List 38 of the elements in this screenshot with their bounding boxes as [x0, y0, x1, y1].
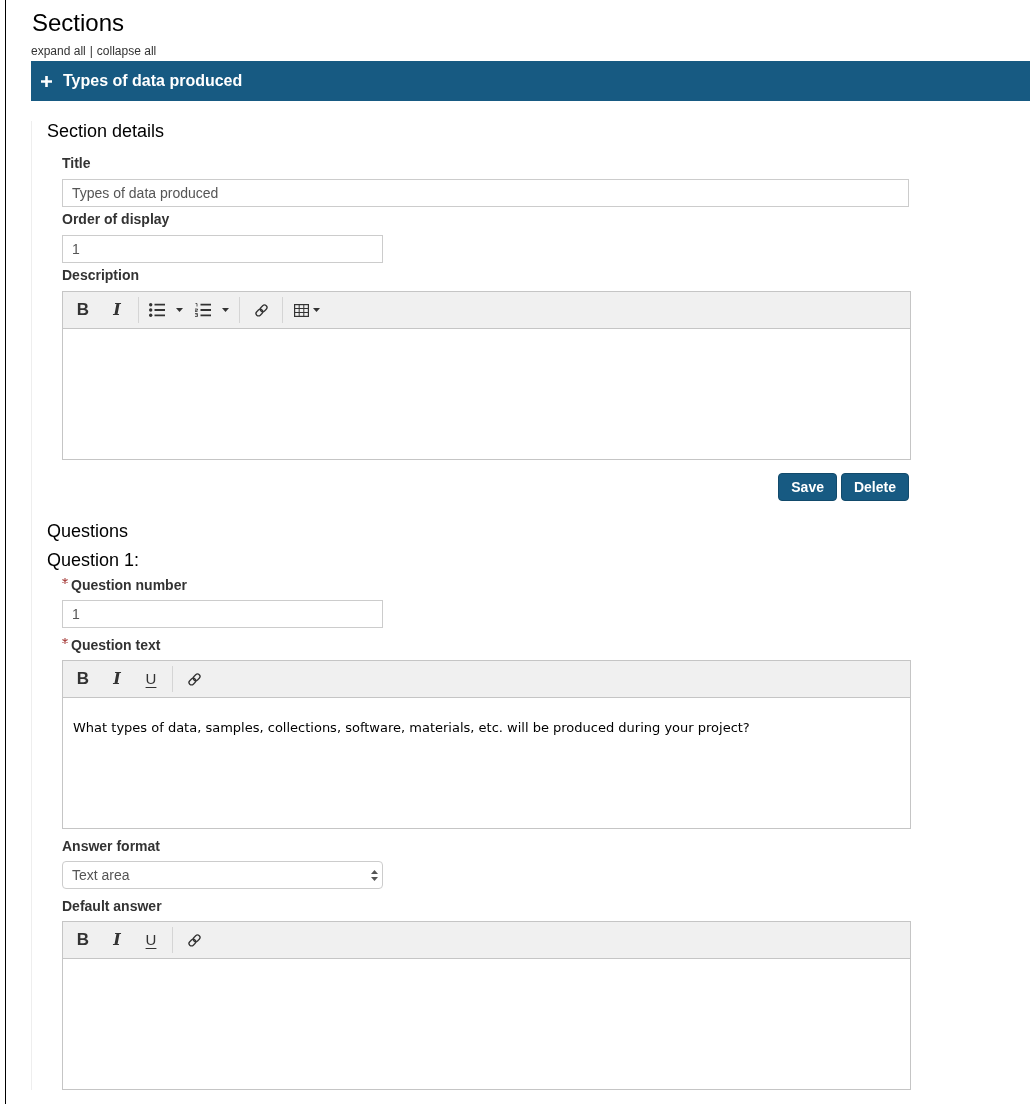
- collapse-all-link[interactable]: collapse all: [96, 44, 157, 58]
- page-title: Sections: [31, 8, 126, 38]
- section-heading: Section details: [47, 121, 166, 141]
- field-label: Default answer: [62, 898, 162, 914]
- delete-button[interactable]: Delete: [840, 473, 909, 501]
- dropdown-select[interactable]: Text area: [62, 861, 383, 889]
- underline-button[interactable]: U: [134, 665, 168, 693]
- text-input[interactable]: Types of data produced: [62, 179, 909, 207]
- table-icon: [294, 303, 309, 317]
- field-label: Title: [62, 155, 91, 171]
- italic-button[interactable]: I: [100, 665, 134, 693]
- italic-button[interactable]: I: [100, 296, 134, 324]
- field-label: Description: [62, 267, 139, 283]
- number-input[interactable]: 1: [62, 235, 383, 263]
- field-label: Order of display: [62, 211, 170, 227]
- plus-icon: [41, 75, 52, 87]
- field-label: Answer format: [62, 838, 161, 854]
- link-icon: [253, 302, 269, 318]
- section-header[interactable]: Types of data produced: [31, 61, 1030, 101]
- link-icon: [186, 671, 202, 687]
- field-label: Question number: [71, 577, 187, 593]
- section-heading: Questions: [47, 521, 130, 541]
- expand-all-link[interactable]: expand all: [31, 44, 86, 58]
- bullet-list-icon: [149, 303, 165, 317]
- bold-button[interactable]: B: [66, 926, 100, 954]
- question-title: Question 1:: [47, 550, 141, 570]
- number-input[interactable]: 1: [62, 600, 383, 628]
- save-button[interactable]: Save: [778, 473, 837, 501]
- underline-button[interactable]: U: [134, 926, 168, 954]
- bold-button[interactable]: B: [66, 665, 100, 693]
- field-label: Question text: [71, 637, 161, 653]
- bold-button[interactable]: B: [66, 296, 100, 324]
- link-icon: [186, 932, 202, 948]
- rich-text-area[interactable]: What types of data, samples, collections, software, materials, etc. will be produced during your project?: [62, 698, 911, 829]
- italic-button[interactable]: I: [100, 926, 134, 954]
- numbered-list-icon: [195, 303, 211, 317]
- select-arrows-icon: [371, 869, 378, 881]
- link-separator: |: [89, 44, 93, 58]
